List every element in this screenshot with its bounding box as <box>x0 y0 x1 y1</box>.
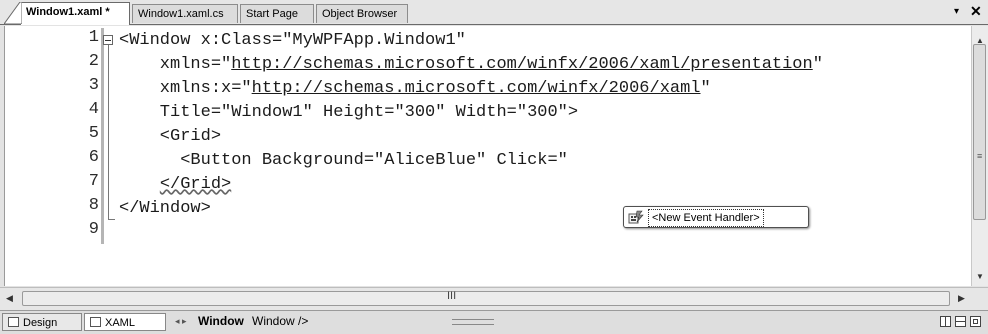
code-line-3: xmlns:x="http://schemas.microsoft.com/wi… <box>119 78 711 100</box>
code-text: xmlns:x=" <box>119 79 252 98</box>
vertical-scrollbar[interactable]: ▲ ≡ ▼ <box>971 26 988 286</box>
breadcrumb-tag: Window /> <box>252 314 309 328</box>
design-tab-label: Design <box>23 317 58 329</box>
event-handler-icon <box>628 210 644 224</box>
vertical-split-icon[interactable] <box>940 316 951 327</box>
code-text: xmlns=" <box>119 55 232 74</box>
vertical-scroll-thumb[interactable]: ≡ <box>973 44 986 220</box>
horizontal-split-icon[interactable] <box>955 316 966 327</box>
code-text: <Grid> <box>119 127 222 146</box>
design-view-icon <box>8 317 19 327</box>
collapse-outline-icon[interactable] <box>103 35 113 45</box>
line-number: 9 <box>88 220 99 239</box>
scroll-left-icon[interactable]: ◀ <box>6 293 13 304</box>
code-line-2: xmlns="http://schemas.microsoft.com/winf… <box>119 54 823 76</box>
line-number-gutter: 1 2 3 4 5 6 7 8 9 <box>5 26 115 286</box>
code-text: " <box>812 55 823 74</box>
error-squiggle-text: </Grid> <box>159 175 232 194</box>
xaml-tab-label: XAML <box>105 317 135 329</box>
intellisense-popup[interactable]: <New Event Handler> <box>623 206 809 228</box>
scroll-down-icon[interactable]: ▼ <box>976 272 984 281</box>
breadcrumb-nav-arrows-icon[interactable]: ◂ ▸ <box>175 316 187 327</box>
close-document-icon[interactable]: ✕ <box>970 3 982 20</box>
line-number: 3 <box>88 76 99 95</box>
xaml-editor-window: Window1.xaml * Window1.xaml.cs Start Pag… <box>0 0 988 334</box>
line-number: 5 <box>88 124 99 143</box>
namespace-link[interactable]: http://schemas.microsoft.com/winfx/2006/… <box>231 55 813 74</box>
code-line-1: <Window x:Class="MyWPFApp.Window1" <box>119 30 466 52</box>
tab-dropdown-icon[interactable]: ▾ <box>954 6 959 17</box>
code-editor[interactable]: 1 2 3 4 5 6 7 8 9 <Window x:Class="MyWPF… <box>4 26 971 286</box>
code-text: <Window x:Class="MyWPFApp.Window1" <box>119 31 466 50</box>
code-line-6: <Button Background="AliceBlue" Click=" <box>119 150 568 172</box>
scroll-grip-icon: ≡ <box>977 151 983 161</box>
pane-splitter-grip[interactable] <box>452 319 494 325</box>
horizontal-scroll-thumb[interactable]: III <box>22 290 950 306</box>
tab-window1-xaml[interactable]: Window1.xaml * <box>20 2 130 25</box>
scroll-right-icon[interactable]: ▶ <box>958 293 965 304</box>
xaml-view-tab[interactable]: XAML <box>84 313 166 331</box>
line-number: 2 <box>88 52 99 71</box>
xaml-view-icon <box>90 317 101 327</box>
design-view-tab[interactable]: Design <box>2 313 82 331</box>
code-text-area[interactable]: <Window x:Class="MyWPFApp.Window1" xmlns… <box>119 26 959 286</box>
namespace-link[interactable]: http://schemas.microsoft.com/winfx/2006/… <box>252 79 701 98</box>
tab-edge-decoration <box>4 2 22 24</box>
code-text: <Button Background="AliceBlue" Click=" <box>119 151 568 170</box>
line-number: 1 <box>88 28 99 47</box>
code-text: " <box>700 79 711 98</box>
line-number: 7 <box>88 172 99 191</box>
outline-fold-end <box>108 219 115 220</box>
horizontal-scrollbar[interactable]: ◀ III ▶ <box>0 287 988 310</box>
swap-panes-icon[interactable] <box>970 316 981 327</box>
scroll-grip-icon: III <box>447 290 457 302</box>
view-switcher-bar: Design XAML ◂ ▸ Window Window /> <box>0 310 988 334</box>
tab-object-browser[interactable]: Object Browser <box>316 4 408 23</box>
line-number: 6 <box>88 148 99 167</box>
code-line-7: </Grid> <box>119 174 231 196</box>
line-number: 4 <box>88 100 99 119</box>
breadcrumb-element[interactable]: Window <box>198 314 244 328</box>
line-number: 8 <box>88 196 99 215</box>
code-text: Title="Window1" Height="300" Width="300"… <box>119 103 579 122</box>
new-event-handler-item[interactable]: <New Event Handler> <box>648 209 764 227</box>
outline-fold-line <box>108 45 109 220</box>
code-line-4: Title="Window1" Height="300" Width="300"… <box>119 102 578 124</box>
change-tracking-bar <box>101 28 104 244</box>
code-line-5: <Grid> <box>119 126 221 148</box>
code-text: </Window> <box>119 199 211 218</box>
tab-window1-xaml-cs[interactable]: Window1.xaml.cs <box>132 4 238 23</box>
code-line-8: </Window> <box>119 198 211 220</box>
tab-start-page[interactable]: Start Page <box>240 4 314 23</box>
document-tab-strip: Window1.xaml * Window1.xaml.cs Start Pag… <box>0 0 988 25</box>
